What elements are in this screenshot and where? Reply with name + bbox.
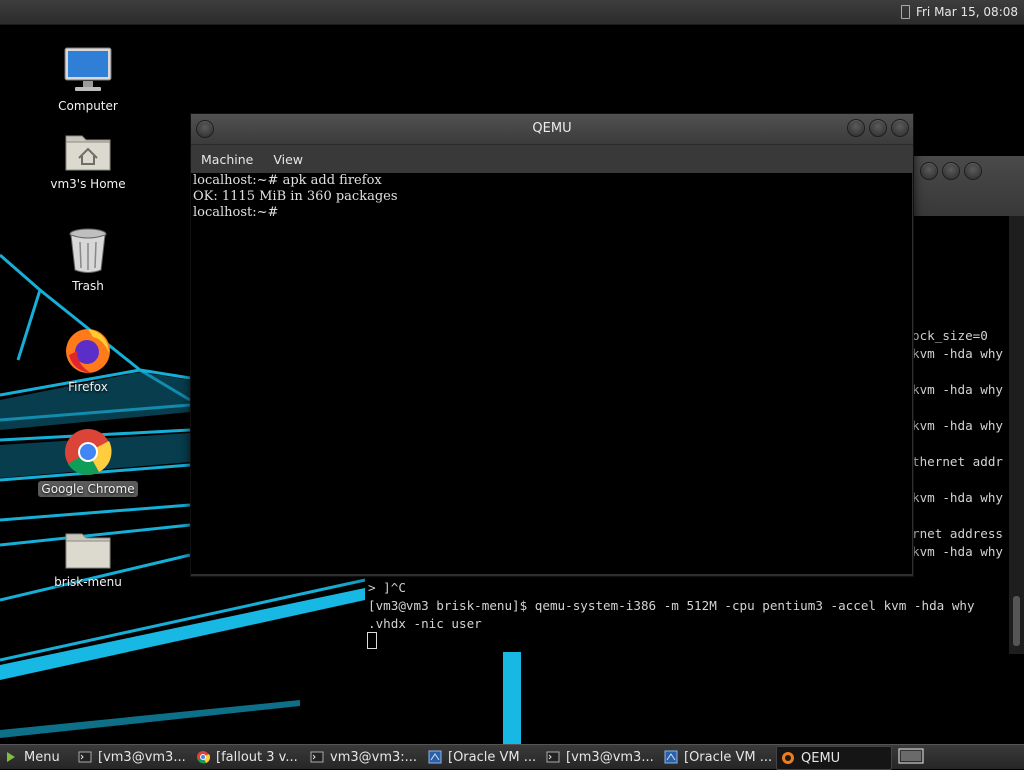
desktop-icon-trash[interactable]: Trash <box>33 228 143 294</box>
task-label: [Oracle VM ... <box>684 749 773 765</box>
qemu-window[interactable]: QEMU Machine View localhost:~# apk add f… <box>190 113 914 577</box>
clock-area[interactable]: Fri Mar 15, 08:08 <box>900 0 1018 24</box>
chrome-icon <box>65 429 112 476</box>
qemu-menubar: Machine View <box>191 145 913 173</box>
top-panel: Fri Mar 15, 08:08 <box>0 0 1024 25</box>
firefox-icon <box>66 329 110 373</box>
maximize-button[interactable] <box>869 119 887 137</box>
home-folder-icon <box>65 135 111 171</box>
qemu-titlebar[interactable]: QEMU <box>191 114 913 145</box>
background-terminal-titlebar[interactable] <box>911 156 1024 216</box>
desktop-icon-label: brisk-menu <box>54 575 122 589</box>
terminal-line: kvm -hda why <box>912 490 1003 505</box>
desktop-icon-home[interactable]: vm3's Home <box>33 128 143 192</box>
guest-console-line: localhost:~# <box>193 205 279 220</box>
menu-button[interactable]: Menu <box>0 746 64 768</box>
taskbar-task[interactable]: vm3@vm3:... <box>306 746 422 768</box>
terminal-line: ock_size=0 <box>912 328 988 343</box>
taskbar-task[interactable]: [Oracle VM ... <box>660 746 774 768</box>
terminal-icon <box>78 751 92 763</box>
chrome-icon <box>197 751 210 764</box>
terminal-icon <box>546 751 560 763</box>
terminal-line: kvm -hda why <box>912 544 1003 559</box>
taskbar: Menu [vm3@vm3... [fallout 3 v... vm3@vm3… <box>0 744 1024 770</box>
window-title: QEMU <box>532 121 572 136</box>
desktop-icon-firefox[interactable]: Firefox <box>33 325 143 395</box>
virtualbox-icon <box>664 750 678 764</box>
terminal-line: kvm -hda why <box>912 382 1003 397</box>
minimize-button[interactable] <box>847 119 865 137</box>
terminal-line: .vhdx -nic user <box>368 616 482 631</box>
terminal-scrollbar[interactable] <box>1009 216 1024 654</box>
scrollbar-thumb[interactable] <box>1013 596 1020 646</box>
terminal-line: thernet addr <box>912 454 1003 469</box>
terminal-line: rnet address <box>912 526 1003 541</box>
battery-icon[interactable] <box>900 5 910 19</box>
show-desktop-icon[interactable] <box>898 748 924 764</box>
desktop-icon-label: Google Chrome <box>38 481 138 497</box>
terminal-line: kvm -hda why <box>912 418 1003 433</box>
desktop-icon-google-chrome[interactable]: Google Chrome <box>33 427 143 497</box>
trash-icon <box>69 228 107 273</box>
clock[interactable]: Fri Mar 15, 08:08 <box>916 5 1018 19</box>
task-label: vm3@vm3:... <box>330 749 418 765</box>
taskbar-task-active[interactable]: QEMU <box>776 746 892 770</box>
taskbar-task[interactable]: [vm3@vm3... <box>74 746 190 768</box>
desktop-icon-label: Computer <box>58 99 118 113</box>
menu-view[interactable]: View <box>263 152 313 167</box>
minimize-button[interactable] <box>920 162 938 180</box>
taskbar-task[interactable]: [vm3@vm3... <box>542 746 658 768</box>
desktop-icon-label: Firefox <box>68 380 108 394</box>
virtualbox-icon <box>428 750 442 764</box>
folder-icon <box>65 533 111 569</box>
task-label: QEMU <box>801 750 841 766</box>
task-label: [fallout 3 v... <box>216 749 298 765</box>
maximize-button[interactable] <box>942 162 960 180</box>
computer-icon <box>64 47 112 91</box>
terminal-line: > ]^C <box>368 580 406 595</box>
taskbar-task[interactable]: [fallout 3 v... <box>192 746 304 768</box>
menu-machine[interactable]: Machine <box>191 152 263 167</box>
terminal-cursor <box>367 632 377 649</box>
desktop-icon-brisk-menu[interactable]: brisk-menu <box>33 530 143 590</box>
qemu-icon <box>782 752 794 764</box>
terminal-command-line: [vm3@vm3 brisk-menu]$ qemu-system-i386 -… <box>368 598 975 613</box>
task-label: [vm3@vm3... <box>98 749 186 765</box>
desktop-icon-label: Trash <box>72 279 104 293</box>
task-label: [Oracle VM ... <box>448 749 537 765</box>
qemu-guest-screen[interactable]: localhost:~# apk add firefox OK: 1115 Mi… <box>191 173 912 574</box>
guest-console-line: OK: 1115 MiB in 360 packages <box>193 189 398 204</box>
desktop-icon-computer[interactable]: Computer <box>33 46 143 114</box>
desktop-icon-label: vm3's Home <box>50 177 126 191</box>
close-button[interactable] <box>964 162 982 180</box>
brisk-menu-icon <box>7 752 15 762</box>
taskbar-task[interactable]: [Oracle VM ... <box>424 746 540 768</box>
guest-console-line: localhost:~# apk add firefox <box>193 173 382 188</box>
terminal-icon <box>310 751 324 763</box>
close-button[interactable] <box>891 119 909 137</box>
task-label: [vm3@vm3... <box>566 749 654 765</box>
menu-label: Menu <box>24 749 60 765</box>
terminal-line: kvm -hda why <box>912 346 1003 361</box>
